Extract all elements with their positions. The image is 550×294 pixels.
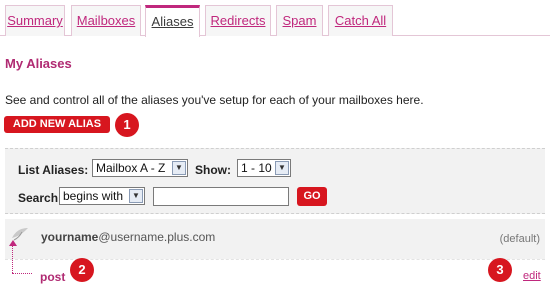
list-aliases-value: Mailbox A - Z <box>96 161 166 175</box>
show-value: 1 - 10 <box>241 161 272 175</box>
chevron-down-icon: ▼ <box>275 161 289 175</box>
tree-connector <box>12 244 13 273</box>
search-label: Search: <box>18 191 63 205</box>
list-aliases-label: List Aliases: <box>18 163 89 177</box>
search-mode-value: begins with <box>63 189 124 203</box>
mailbox-row: yourname@username.plus.com (default) <box>5 219 545 259</box>
tree-arrow-icon <box>9 240 17 246</box>
tab-redirects[interactable]: Redirects <box>205 5 271 36</box>
tab-aliases[interactable]: Aliases <box>145 5 200 37</box>
show-select[interactable]: 1 - 10 ▼ <box>237 159 291 177</box>
tab-catch-all[interactable]: Catch All <box>328 5 393 36</box>
default-status: (default) <box>499 233 540 245</box>
chevron-down-icon: ▼ <box>129 189 143 203</box>
callout-badge-2: 2 <box>70 258 94 282</box>
search-input[interactable] <box>153 187 289 206</box>
tab-bar: Summary Mailboxes Aliases Redirects Spam… <box>0 0 550 37</box>
mailbox-name: yourname <box>41 230 99 244</box>
page-description: See and control all of the aliases you'v… <box>5 93 424 107</box>
tab-summary[interactable]: Summary <box>5 5 65 36</box>
mailbox-domain: @username.plus.com <box>98 230 216 244</box>
go-button[interactable]: GO <box>297 187 327 206</box>
search-mode-select[interactable]: begins with ▼ <box>59 187 145 205</box>
tree-connector-horizontal <box>12 273 32 274</box>
chevron-down-icon: ▼ <box>172 161 186 175</box>
show-label: Show: <box>195 163 231 177</box>
mailbox-address: yourname@username.plus.com <box>41 230 215 244</box>
add-new-alias-button[interactable]: ADD NEW ALIAS <box>4 116 110 133</box>
edit-alias-link[interactable]: edit <box>523 270 541 282</box>
callout-badge-1: 1 <box>115 113 139 137</box>
callout-badge-3: 3 <box>488 258 512 282</box>
tab-spam[interactable]: Spam <box>276 5 323 36</box>
alias-name: post <box>40 270 66 284</box>
tab-mailboxes[interactable]: Mailboxes <box>71 5 141 36</box>
page-title: My Aliases <box>5 56 72 71</box>
list-aliases-select[interactable]: Mailbox A - Z ▼ <box>92 159 188 177</box>
